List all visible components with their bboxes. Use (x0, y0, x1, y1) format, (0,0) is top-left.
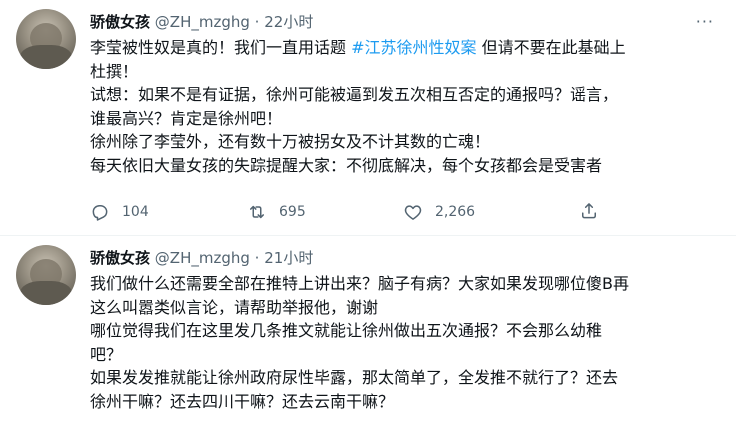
timestamp[interactable]: 21小时 (264, 249, 313, 267)
reply-icon (92, 205, 108, 221)
retweet-icon (250, 205, 264, 219)
retweet-count: 695 (279, 204, 306, 220)
author-handle[interactable]: @ZH_mzghg (155, 249, 250, 267)
tweet-line: 谁最高兴？肯定是徐州吧！ (90, 108, 283, 128)
tweet-line: 徐州干嘛？还去四川干嘛？还去云南干嘛？ (90, 391, 395, 411)
reply-button[interactable]: 104 (90, 201, 149, 223)
tweet-line: 每天依旧大量女孩的失踪提醒大家：不彻底解决，每个女孩都会是受害者 (90, 155, 603, 175)
avatar[interactable] (16, 245, 76, 305)
tweet-line: 这么叫嚣类似言论，请帮助举报他，谢谢 (90, 297, 379, 317)
like-count: 2,266 (435, 204, 476, 220)
avatar-image-detail (20, 45, 72, 69)
text-segment: 李莹被性奴是真的！我们一直用话题 (90, 38, 352, 57)
tweet-line: 如果发发推就能让徐州政府尿性毕露，那太简单了，全发推不就行了？还去 (90, 368, 619, 387)
text-segment: 但请不要在此基础上 (476, 38, 626, 57)
tweet-text: 李莹被性奴是真的！我们一直用话题 #江苏徐州性奴案 但请不要在此基础上 杜撰！ … (90, 36, 710, 177)
timeline: 骄傲女孩 @ZH_mzghg · 22小时 ··· 李莹被性奴是真的！我们一直用… (0, 0, 736, 431)
retweet-button[interactable]: 695 (247, 201, 306, 223)
tweet[interactable]: 骄傲女孩 @ZH_mzghg · 21小时 我们做什么还需要全部在推特上讲出来？… (0, 236, 736, 431)
tweet[interactable]: 骄傲女孩 @ZH_mzghg · 22小时 ··· 李莹被性奴是真的！我们一直用… (0, 0, 736, 236)
avatar[interactable] (16, 9, 76, 69)
hashtag-link[interactable]: #江苏徐州性奴案 (351, 38, 476, 57)
tweet-line: 杜撰！ (90, 61, 139, 81)
heart-icon (404, 205, 422, 220)
tweet-line: 吧？ (90, 344, 123, 364)
avatar-image-detail (20, 281, 72, 305)
tweet-header: 骄傲女孩 @ZH_mzghg · 22小时 (90, 12, 313, 32)
tweet-header: 骄傲女孩 @ZH_mzghg · 21小时 (90, 248, 313, 268)
author-name[interactable]: 骄傲女孩 (90, 13, 150, 31)
tweet-line: 李莹被性奴是真的！我们一直用话题 #江苏徐州性奴案 但请不要在此基础上 (90, 36, 710, 60)
tweet-line: 试想：如果不是有证据，徐州可能被逼到发五次相互否定的通报吗？谣言， (90, 85, 619, 104)
tweet-line: 我们做什么还需要全部在推特上讲出来？脑子有病？大家如果发现哪位傻B再 (90, 274, 629, 293)
tweet-text: 我们做什么还需要全部在推特上讲出来？脑子有病？大家如果发现哪位傻B再 这么叫嚣类… (90, 272, 710, 413)
separator-dot: · (254, 249, 260, 267)
author-name[interactable]: 骄傲女孩 (90, 249, 150, 267)
more-options-icon[interactable]: ··· (696, 12, 714, 32)
author-handle[interactable]: @ZH_mzghg (155, 13, 250, 31)
timestamp[interactable]: 22小时 (264, 13, 313, 31)
share-button[interactable] (579, 201, 611, 221)
reply-count: 104 (122, 204, 149, 220)
share-icon (582, 203, 596, 219)
like-button[interactable]: 2,266 (403, 201, 475, 223)
tweet-line: 徐州除了李莹外，还有数十万被拐女及不计其数的亡魂！ (90, 132, 491, 151)
tweet-line: 哪位觉得我们在这里发几条推文就能让徐州做出五次通报？不会那么幼稚 (90, 321, 603, 340)
separator-dot: · (254, 13, 260, 31)
